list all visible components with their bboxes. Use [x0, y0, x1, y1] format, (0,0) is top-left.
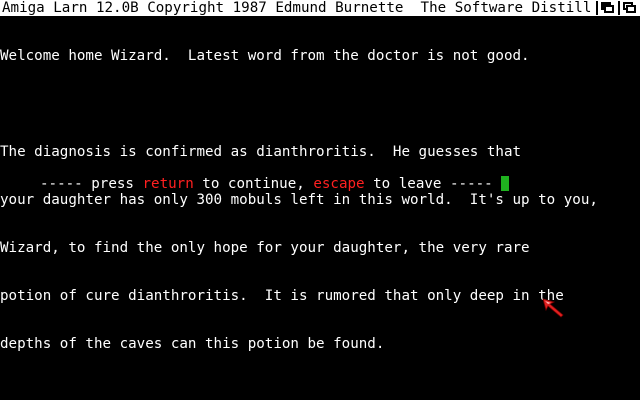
depth-front-gadget[interactable]: [618, 1, 638, 15]
message-line: Welcome home Wizard. Latest word from th…: [0, 48, 530, 64]
depth-back-gadget[interactable]: [596, 1, 616, 15]
message-line: Wizard, to find the only hope for your d…: [0, 240, 530, 256]
title-gadgets: [592, 0, 640, 16]
message-line: [0, 96, 640, 112]
continue-prompt: ----- press return to continue, escape t…: [40, 176, 510, 192]
prompt-suffix: to leave -----: [364, 176, 502, 192]
escape-key-label[interactable]: escape: [313, 176, 364, 192]
message-line: depths of the caves can this potion be f…: [0, 336, 385, 352]
return-key-label[interactable]: return: [143, 176, 194, 192]
depth-arrange-front-icon: [626, 5, 636, 13]
prompt-prefix: ----- press: [40, 176, 143, 192]
window-title: Amiga Larn 12.0B Copyright 1987 Edmund B…: [2, 0, 617, 16]
message-line: your daughter has only 300 mobuls left i…: [0, 192, 598, 208]
mouse-pointer-icon: [542, 298, 564, 318]
depth-front-square-icon: [604, 5, 614, 13]
prompt-middle: to continue,: [193, 176, 314, 192]
message-line: The diagnosis is confirmed as dianthrori…: [0, 144, 522, 160]
window-title-bar[interactable]: Amiga Larn 12.0B Copyright 1987 Edmund B…: [0, 0, 640, 16]
text-cursor-block: [501, 176, 510, 191]
